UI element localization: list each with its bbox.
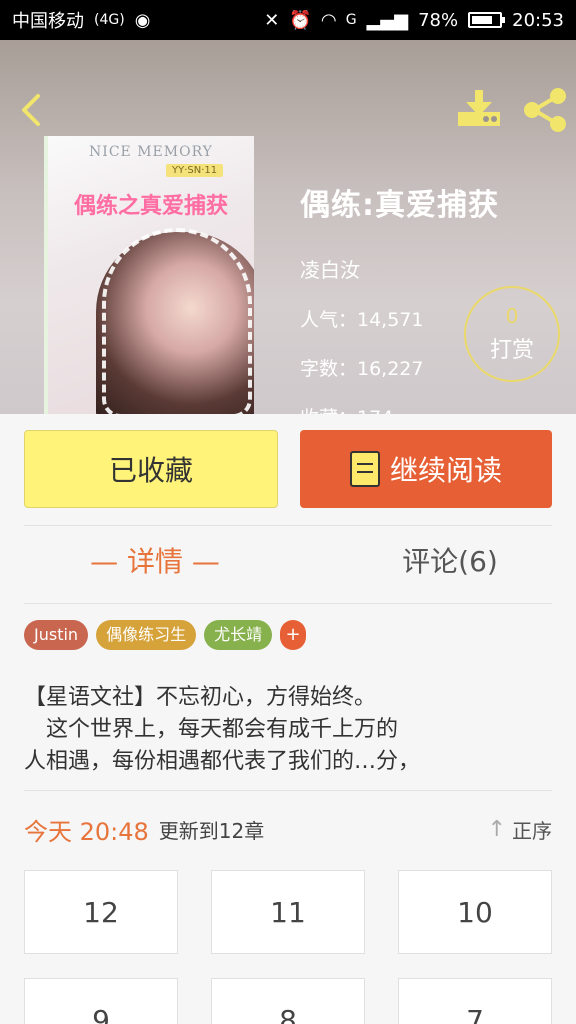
divider (24, 525, 552, 526)
tip-button[interactable]: 0 打赏 (464, 286, 560, 382)
tag-item[interactable]: 尤长靖 (204, 620, 273, 650)
book-cover[interactable]: NICE MEMORY YY·SN·11 偶练之真爱捕获 (44, 136, 254, 414)
chapter-button[interactable]: 7 (398, 978, 552, 1024)
chapter-button[interactable]: 11 (211, 870, 365, 954)
book-info: 偶练:真爱捕获 凌白汝 人气：14,571 字数：16,227 收藏：174 (300, 180, 499, 414)
download-icon (458, 90, 500, 126)
share-button[interactable] (520, 86, 568, 134)
divider (24, 790, 552, 791)
back-button[interactable] (12, 90, 52, 130)
description-line: 人相遇，每份相遇都代表了我们的…分， (24, 749, 421, 774)
description-line: 这个世界上，每天都会有成千上万的 (24, 717, 399, 742)
network-type-label: G (345, 12, 357, 28)
mute-icon: ✕ (264, 9, 280, 31)
sort-label: 正序 (512, 819, 552, 843)
wifi-icon: ◜◝ (321, 9, 336, 31)
tip-count: 0 (505, 304, 519, 328)
clock: 20:53 (512, 9, 564, 31)
tab-comments[interactable]: 评论(6) (360, 540, 540, 580)
chapter-button[interactable]: 9 (24, 978, 178, 1024)
update-row: 今天 20:48 更新到12章 ↑ 正序 (24, 812, 552, 847)
favorited-button[interactable]: 已收藏 (24, 430, 278, 508)
book-title: 偶练:真爱捕获 (300, 188, 499, 223)
cover-dashed-outline (102, 228, 252, 414)
network-small-label: (4G) (94, 12, 125, 28)
cover-badge: YY·SN·11 (166, 164, 224, 177)
tab-details[interactable]: — 详情 — (80, 540, 230, 580)
chevron-left-icon (22, 94, 40, 126)
arrow-up-icon: ↑ (487, 817, 506, 842)
chapter-grid: 12 11 10 9 8 7 (24, 870, 552, 1024)
add-tag-button[interactable]: + (280, 620, 307, 650)
book-header: NICE MEMORY YY·SN·11 偶练之真爱捕获 偶练:真爱捕获 凌白汝… (0, 40, 576, 414)
update-text: 更新到12章 (158, 819, 265, 843)
tag-item[interactable]: 偶像练习生 (96, 620, 197, 650)
cover-top-text: NICE MEMORY (89, 144, 213, 160)
status-right: ✕ ⏰ ◜◝ G ▂▄▆ 78% 20:53 (264, 10, 564, 31)
update-time: 今天 20:48 (24, 818, 149, 846)
sort-button[interactable]: ↑ 正序 (488, 815, 552, 844)
download-button[interactable] (456, 88, 502, 130)
status-bar: 中国移动 (4G) ◉ ✕ ⏰ ◜◝ G ▂▄▆ 78% 20:53 (0, 0, 576, 40)
battery-percent: 78% (418, 9, 459, 31)
chapter-button[interactable]: 10 (398, 870, 552, 954)
book-favorites: 收藏：174 (300, 403, 499, 414)
favorited-label: 已收藏 (108, 454, 193, 487)
status-left: 中国移动 (4G) ◉ (12, 7, 150, 33)
chapter-button[interactable]: 12 (24, 870, 178, 954)
chat-icon: ◉ (134, 9, 151, 31)
book-description[interactable]: 【星语文社】不忘初心，方得始终。 这个世界上，每天都会有成千上万的 人相遇，每份… (24, 682, 554, 778)
book-author[interactable]: 凌白汝 (300, 254, 499, 283)
battery-icon (468, 12, 506, 28)
signal-icon: ▂▄▆ (366, 9, 409, 31)
divider (24, 603, 552, 604)
battery-fill (472, 16, 493, 24)
tip-label: 打赏 (489, 338, 534, 363)
share-icon (524, 88, 566, 132)
tag-item[interactable]: Justin (24, 620, 89, 650)
cover-title-art: 偶练之真爱捕获 (73, 194, 228, 219)
carrier-label: 中国移动 (12, 11, 84, 32)
description-line: 【星语文社】不忘初心，方得始终。 (24, 685, 377, 710)
continue-reading-label: 继续阅读 (389, 454, 502, 487)
book-icon (349, 451, 380, 487)
continue-reading-button[interactable]: 继续阅读 (300, 430, 552, 508)
chapter-button[interactable]: 8 (211, 978, 365, 1024)
tag-list: Justin 偶像练习生 尤长靖 + (24, 620, 307, 650)
alarm-icon: ⏰ (289, 9, 312, 31)
